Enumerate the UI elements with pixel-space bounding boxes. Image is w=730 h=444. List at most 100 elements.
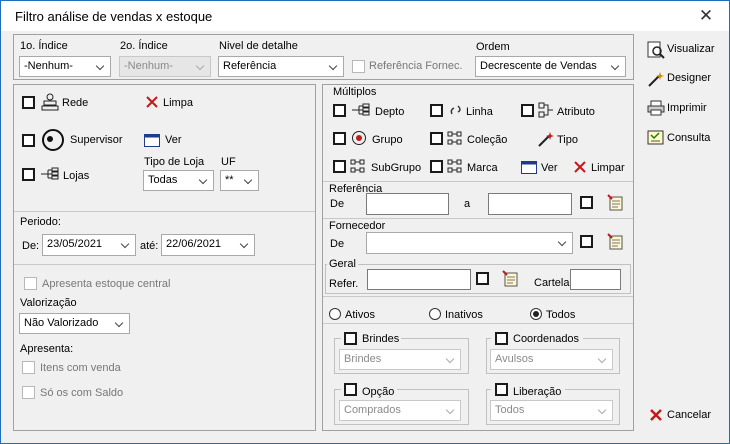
subgrupo-label: SubGrupo — [371, 162, 422, 174]
grupo-label: Grupo — [372, 134, 403, 146]
department-icon — [352, 103, 370, 116]
subgroup-icon — [350, 159, 365, 173]
window-title: Filtro análise de vendas x estoque — [15, 9, 213, 24]
tipo-loja-label: Tipo de Loja — [144, 156, 205, 168]
refer-label: Refer. — [329, 278, 359, 290]
ate-label: até: — [140, 240, 159, 252]
view-window-icon — [144, 134, 160, 147]
date-from-picker[interactable]: 23/05/2021 — [42, 234, 136, 256]
cancelar-label: Cancelar — [667, 409, 712, 421]
brindes-label: Brindes — [362, 333, 400, 345]
ordem-label: Ordem — [476, 41, 510, 53]
attribute-icon — [538, 102, 553, 118]
so-saldo-label: Só os com Saldo — [40, 387, 124, 399]
limpa-button[interactable]: Limpa — [163, 97, 193, 109]
lojas-checkbox[interactable] — [22, 168, 35, 181]
preview-icon — [647, 41, 665, 59]
chevron-down-icon — [240, 237, 250, 251]
chevron-down-icon — [558, 235, 568, 249]
coordenados-checkbox[interactable] — [495, 332, 508, 345]
depto-label: Depto — [375, 106, 405, 118]
grupo-checkbox[interactable] — [333, 132, 346, 145]
indice1-label: 1o. Índice — [20, 40, 68, 52]
search-list-icon — [607, 194, 623, 211]
nivel-select[interactable]: Referência — [218, 56, 344, 77]
consulta-button[interactable]: Consulta — [643, 129, 723, 149]
multiplos-ver-button[interactable]: Ver — [541, 162, 558, 174]
query-icon — [647, 130, 664, 145]
referencia-from-input[interactable] — [366, 193, 449, 215]
ref-fornec-checkbox[interactable] — [352, 60, 365, 73]
valorizacao-label: Valorização — [20, 297, 77, 309]
date-to-picker[interactable]: 22/06/2021 — [161, 234, 255, 256]
ordem-select[interactable]: Decrescente de Vendas — [475, 56, 626, 77]
so-saldo-checkbox[interactable] — [22, 386, 35, 399]
chevron-down-icon — [611, 59, 621, 73]
tipo-loja-select[interactable]: Todas — [143, 170, 214, 191]
liberacao-select: Todos — [490, 400, 613, 421]
valorizacao-select[interactable]: Não Valorizado — [19, 313, 130, 334]
imprimir-button[interactable]: Imprimir — [643, 99, 723, 119]
consulta-label: Consulta — [667, 132, 711, 144]
search-list-icon — [607, 233, 623, 250]
apresenta-label: Apresenta: — [20, 343, 74, 355]
atributo-checkbox[interactable] — [521, 104, 534, 117]
stores-icon — [41, 167, 59, 180]
opcao-select: Comprados — [339, 400, 461, 421]
referencia-checkbox[interactable] — [580, 196, 593, 209]
search-list-icon — [502, 270, 518, 287]
visualizar-button[interactable]: Visualizar — [643, 40, 723, 60]
designer-button[interactable]: Designer — [643, 69, 723, 89]
inativos-label: Inativos — [445, 309, 483, 321]
itens-venda-checkbox[interactable] — [22, 361, 35, 374]
marca-checkbox[interactable] — [430, 160, 443, 173]
refer-input[interactable] — [367, 269, 471, 290]
collection-icon — [447, 131, 462, 145]
itens-venda-label: Itens com venda — [40, 362, 121, 374]
ativos-radio[interactable] — [329, 308, 341, 320]
cartela-label: Cartela — [534, 277, 570, 289]
inativos-radio[interactable] — [429, 308, 441, 320]
chevron-down-icon — [446, 403, 456, 417]
chevron-down-icon — [96, 59, 106, 73]
fornecedor-checkbox[interactable] — [580, 235, 593, 248]
clear-x-icon — [574, 161, 586, 173]
nivel-label: Nivel de detalhe — [219, 40, 298, 52]
chevron-down-icon — [115, 316, 125, 330]
indice1-select[interactable]: -Nenhum- — [19, 56, 111, 77]
referencia-de-label: De — [330, 198, 345, 210]
brindes-checkbox[interactable] — [344, 332, 357, 345]
subgrupo-checkbox[interactable] — [333, 160, 346, 173]
chevron-down-icon — [598, 352, 608, 366]
limpar-button[interactable]: Limpar — [591, 162, 625, 174]
colecao-checkbox[interactable] — [430, 132, 443, 145]
linha-checkbox[interactable] — [430, 104, 443, 117]
referencia-to-input[interactable] — [488, 193, 572, 215]
opcao-label: Opção — [362, 386, 395, 398]
group-icon — [352, 131, 366, 145]
fornecedor-select[interactable] — [366, 232, 573, 254]
colecao-label: Coleção — [467, 134, 508, 146]
opcao-checkbox[interactable] — [344, 383, 357, 396]
periodo-label: Periodo: — [20, 216, 61, 228]
liberacao-checkbox[interactable] — [495, 383, 508, 396]
cancel-x-icon — [650, 409, 662, 421]
ver-button[interactable]: Ver — [165, 134, 182, 146]
uf-select[interactable]: ** — [220, 170, 259, 191]
rede-label: Rede — [62, 97, 89, 109]
title-bar: Filtro análise de vendas x estoque ✕ — [1, 1, 729, 31]
todos-radio[interactable] — [530, 308, 542, 320]
ativos-label: Ativos — [345, 309, 375, 321]
supervisor-checkbox[interactable] — [22, 134, 35, 147]
cartela-input[interactable] — [570, 269, 621, 290]
view-window-icon — [521, 161, 537, 174]
supervisor-label: Supervisor — [70, 134, 123, 146]
refer-checkbox[interactable] — [476, 272, 489, 285]
depto-checkbox[interactable] — [333, 104, 346, 117]
referencia-a-label: a — [464, 198, 471, 210]
estoque-central-checkbox[interactable] — [24, 277, 37, 290]
close-button[interactable]: ✕ — [685, 5, 727, 27]
rede-checkbox[interactable] — [22, 96, 35, 109]
tipo-label[interactable]: Tipo — [557, 134, 578, 146]
cancelar-button[interactable]: Cancelar — [643, 406, 723, 426]
